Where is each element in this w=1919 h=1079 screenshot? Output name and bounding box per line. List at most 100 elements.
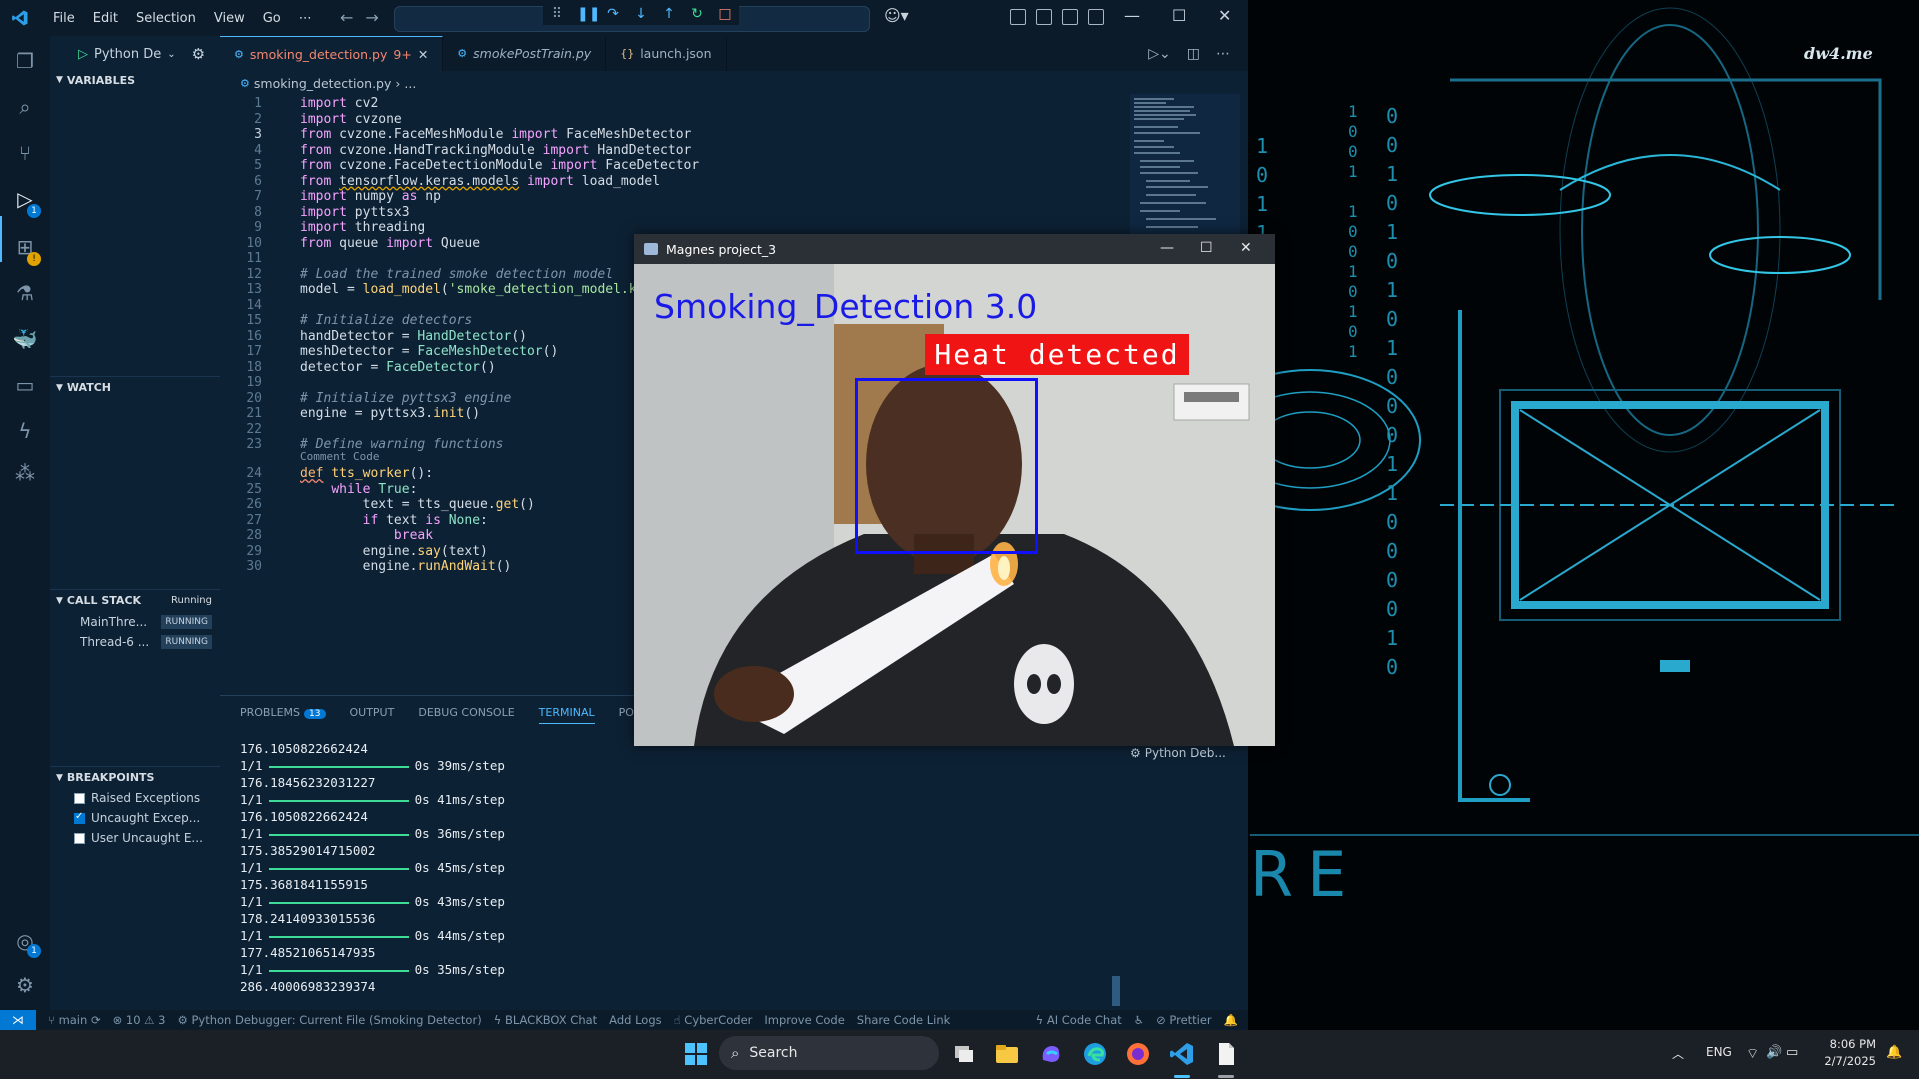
menu-view[interactable]: View bbox=[205, 11, 254, 26]
blackbox-chat-status[interactable]: ϟ BLACKBOX Chat bbox=[494, 1013, 597, 1027]
panel-tab-debug-console[interactable]: DEBUG CONSOLE bbox=[418, 706, 514, 724]
firefox-icon[interactable] bbox=[1124, 1040, 1152, 1068]
menu-go[interactable]: Go bbox=[254, 11, 290, 26]
breadcrumb-file[interactable]: smoking_detection.py bbox=[254, 76, 392, 91]
more-actions-icon[interactable]: ⋯ bbox=[1216, 46, 1230, 62]
panel-tab-output[interactable]: OUTPUT bbox=[350, 706, 395, 724]
menu-file[interactable]: File bbox=[44, 11, 84, 26]
file-explorer-icon[interactable] bbox=[993, 1040, 1021, 1068]
accounts-status-icon[interactable]: ♿ bbox=[1134, 1013, 1144, 1027]
improve-code-status[interactable]: Improve Code bbox=[764, 1013, 844, 1027]
breakpoint-checkbox[interactable] bbox=[74, 832, 85, 844]
tray-chevron-up-icon[interactable]: ︿ bbox=[1672, 1045, 1684, 1062]
prettier-status[interactable]: ⊘ Prettier bbox=[1156, 1013, 1212, 1027]
testing-icon[interactable]: ⚗ bbox=[12, 280, 38, 306]
variables-section-header[interactable]: ▼ VARIABLES bbox=[50, 69, 220, 91]
chevron-down-icon: ▼ bbox=[56, 75, 63, 85]
breadcrumb-symbol[interactable]: ... bbox=[404, 76, 416, 91]
menu-edit[interactable]: Edit bbox=[84, 11, 127, 26]
run-debug-dropdown-icon[interactable]: ▷⌄ bbox=[1148, 46, 1171, 62]
explorer-icon[interactable]: ❐ bbox=[12, 48, 38, 74]
battery-icon[interactable]: ▭ bbox=[1786, 1045, 1798, 1060]
toggle-sidebar-icon[interactable] bbox=[1036, 9, 1052, 25]
wallpaper-text: RE bbox=[1250, 838, 1361, 911]
forward-arrow-icon[interactable]: → bbox=[365, 8, 390, 27]
drag-handle-icon[interactable]: ⠿ bbox=[549, 6, 565, 22]
remote-explorer-icon[interactable]: ▭ bbox=[12, 372, 38, 398]
config-gear-icon[interactable]: ⚙ bbox=[192, 45, 205, 63]
breakpoint-label: Uncaught Excep... bbox=[91, 811, 201, 825]
back-arrow-icon[interactable]: ← bbox=[340, 8, 365, 27]
step-into-icon[interactable]: ↓ bbox=[633, 6, 649, 22]
copilot-app-icon[interactable] bbox=[1037, 1040, 1065, 1068]
menu-selection[interactable]: Selection bbox=[127, 11, 205, 26]
minimize-icon[interactable]: — bbox=[1160, 240, 1174, 256]
run-config-select[interactable]: ▷ Python De ⌄ bbox=[78, 47, 176, 62]
cybercoder-status[interactable]: ☝ CyberCoder bbox=[674, 1013, 753, 1027]
breakpoint-item[interactable]: Raised Exceptions bbox=[74, 788, 200, 808]
step-over-icon[interactable]: ↷ bbox=[605, 6, 621, 22]
maximize-icon[interactable]: ☐ bbox=[1172, 6, 1186, 25]
terminal-output[interactable]: 176.1050822662424 1/1 0s 39ms/step 176.1845… bbox=[240, 740, 1100, 995]
start-debugging-icon[interactable]: ▷ bbox=[78, 47, 88, 62]
python-file-icon: ⚙ bbox=[457, 47, 468, 60]
maximize-icon[interactable]: ☐ bbox=[1200, 240, 1213, 256]
minimize-icon[interactable]: — bbox=[1124, 6, 1140, 25]
thread-row[interactable]: MainThre... RUNNING bbox=[50, 612, 220, 632]
step-out-icon[interactable]: ↑ bbox=[661, 6, 677, 22]
breakpoint-checkbox[interactable] bbox=[74, 792, 85, 804]
settings-gear-icon[interactable]: ⚙ bbox=[12, 972, 38, 998]
notifications-icon[interactable]: 🔔 bbox=[1224, 1013, 1238, 1027]
minimap[interactable] bbox=[1130, 94, 1240, 234]
menu-more[interactable]: ⋯ bbox=[290, 11, 321, 26]
toggle-panel-icon[interactable] bbox=[1062, 9, 1078, 25]
language-indicator[interactable]: ENG bbox=[1706, 1045, 1732, 1059]
share-code-link-status[interactable]: Share Code Link bbox=[857, 1013, 951, 1027]
docker-icon[interactable]: 🐳 bbox=[12, 326, 38, 352]
volume-icon[interactable]: 🔊 bbox=[1766, 1045, 1782, 1060]
tab-smoke-post-train[interactable]: ⚙ smokePostTrain.py bbox=[443, 36, 607, 71]
tab-launch-json[interactable]: {} launch.json bbox=[606, 36, 727, 71]
close-icon[interactable]: ✕ bbox=[1218, 6, 1231, 25]
notification-bell-icon[interactable]: 🔔 bbox=[1886, 1045, 1902, 1060]
camera-window-titlebar[interactable]: Magnes project_3 — ☐ ✕ bbox=[634, 234, 1275, 264]
windows-start-icon[interactable] bbox=[682, 1040, 710, 1068]
branch-status[interactable]: ⑂ main ⟳ bbox=[48, 1013, 101, 1027]
document-app-icon[interactable] bbox=[1212, 1040, 1240, 1068]
customize-layout-icon[interactable] bbox=[1010, 9, 1026, 25]
breakpoint-checkbox[interactable] bbox=[74, 811, 85, 824]
breakpoint-item[interactable]: Uncaught Excep... bbox=[74, 808, 200, 828]
task-view-icon[interactable] bbox=[950, 1040, 978, 1068]
ai-code-chat-status[interactable]: ϟ AI Code Chat bbox=[1036, 1013, 1122, 1027]
problems-status[interactable]: ⊗ 10 ⚠ 3 bbox=[113, 1013, 166, 1027]
tab-close-icon[interactable]: ✕ bbox=[418, 47, 428, 62]
thread-row[interactable]: Thread-6 ... RUNNING bbox=[50, 632, 220, 652]
restart-icon[interactable]: ↻ bbox=[689, 6, 705, 22]
call-stack-section-header[interactable]: ▼ CALL STACK Running bbox=[50, 589, 220, 611]
stop-icon[interactable]: □ bbox=[717, 6, 733, 22]
edge-browser-icon[interactable] bbox=[1081, 1040, 1109, 1068]
split-editor-icon[interactable]: ◫ bbox=[1187, 46, 1200, 62]
wifi-icon[interactable]: ⌔ bbox=[1746, 1045, 1759, 1063]
panel-tab-terminal[interactable]: TERMINAL bbox=[538, 706, 595, 724]
pause-icon[interactable]: ❚❚ bbox=[577, 6, 600, 22]
toggle-secondary-sidebar-icon[interactable] bbox=[1088, 9, 1104, 25]
copilot-icon[interactable]: ☺▾ bbox=[884, 6, 909, 25]
close-icon[interactable]: ✕ bbox=[1240, 240, 1252, 256]
debugger-status[interactable]: ⚙ Python Debugger: Current File (Smoking… bbox=[177, 1013, 481, 1027]
tab-smoking-detection[interactable]: ⚙ smoking_detection.py 9+ ✕ bbox=[220, 36, 444, 71]
add-logs-status[interactable]: Add Logs bbox=[609, 1013, 661, 1027]
lightning-icon[interactable]: ϟ bbox=[12, 418, 38, 444]
breakpoint-item[interactable]: User Uncaught E... bbox=[74, 828, 203, 848]
breakpoints-section-header[interactable]: ▼ BREAKPOINTS bbox=[50, 766, 220, 788]
panel-tab-problems[interactable]: PROBLEMS 13 bbox=[240, 706, 326, 724]
remote-indicator-icon[interactable]: ⋊ bbox=[0, 1010, 36, 1030]
system-clock[interactable]: 8:06 PM 2/7/2025 bbox=[1814, 1036, 1876, 1070]
taskbar-search-box[interactable]: ⌕ Search bbox=[719, 1036, 939, 1070]
source-control-icon[interactable]: ⑂ bbox=[12, 140, 38, 166]
watch-section-header[interactable]: ▼ WATCH bbox=[50, 376, 220, 398]
search-icon[interactable]: ⌕ bbox=[12, 94, 38, 120]
vscode-taskbar-icon[interactable] bbox=[1168, 1040, 1196, 1068]
graph-icon[interactable]: ⁂ bbox=[12, 460, 38, 486]
terminal-scrollbar[interactable] bbox=[1112, 976, 1120, 1006]
